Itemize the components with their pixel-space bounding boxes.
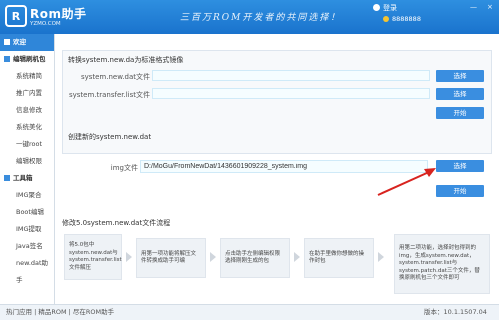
account-balance: 8888888 [383, 15, 421, 23]
coin-icon [383, 16, 389, 22]
minimize-button[interactable]: — [470, 3, 477, 11]
app-domain: YZMO.COM [30, 21, 61, 27]
sidebar-group-edit[interactable]: 编辑刷机包 [0, 51, 54, 68]
sidebar-item-boot-edit[interactable]: Boot编辑 [0, 204, 54, 221]
login-link[interactable]: 登录 [373, 3, 397, 13]
create-start-button[interactable]: 开始 [436, 185, 484, 197]
sidebar-item-root[interactable]: 一键root [0, 136, 54, 153]
home-icon [4, 39, 10, 45]
flow-step-5: 用第二项功能，选择封包得到的img，生成system.new.dat，syste… [394, 234, 490, 294]
sidebar-item-info[interactable]: 信息修改 [0, 102, 54, 119]
toolbox-icon [4, 175, 10, 181]
annotation-arrow [377, 168, 436, 196]
sidebar-group-tools[interactable]: 工具箱 [0, 170, 54, 187]
sidebar-item-permissions[interactable]: 编辑权限 [0, 153, 54, 170]
flow-arrow-icon [378, 252, 384, 262]
img-file-label: img文件 [110, 164, 138, 172]
sidebar-item-newdat-helper[interactable]: new.dat助手 [0, 255, 54, 284]
flow-arrow-icon [294, 252, 300, 262]
logo-icon: R [5, 5, 27, 27]
convert-title: 转换system.new.da为标准格式镜像 [68, 56, 184, 64]
img-select-button[interactable]: 选择 [436, 160, 484, 172]
close-button[interactable]: × [487, 3, 493, 11]
flow-arrow-icon [126, 252, 132, 262]
flow-step-3: 点击助手左侧编辑权限选择刚刚生成的包 [220, 238, 290, 278]
sidebar-item-beautify[interactable]: 系统美化 [0, 119, 54, 136]
footer-links[interactable]: 热门应用 | 精品ROM | 尽在ROM助手 [6, 305, 114, 320]
dat-select-button[interactable]: 选择 [436, 70, 484, 82]
flow-title: 修改5.0system.new.dat文件流程 [62, 219, 171, 227]
sidebar: 欢迎 编辑刷机包 系统精简 推广内置 信息修改 系统美化 一键root 编辑权限… [0, 34, 55, 304]
list-file-label: system.transfer.list文件 [68, 91, 150, 99]
flow-step-2: 用第一项功能将解压文件转换成助手可编 [136, 238, 206, 278]
create-title: 创建新的system.new.dat [68, 133, 152, 141]
status-bar: 热门应用 | 精品ROM | 尽在ROM助手 版本：10.1.1507.04 [0, 304, 499, 320]
flow-arrow-icon [210, 252, 216, 262]
list-select-button[interactable]: 选择 [436, 88, 484, 100]
account-value: 8888888 [392, 15, 421, 23]
flow-step-4: 在助手里做你想做的操作封包 [304, 238, 374, 278]
sidebar-item-img-merge[interactable]: IMG聚合 [0, 187, 54, 204]
login-label: 登录 [383, 4, 397, 12]
header-slogan: 三百万ROM开发者的共同选择！ [180, 13, 342, 23]
edit-icon [4, 56, 10, 62]
sidebar-item-welcome[interactable]: 欢迎 [0, 34, 54, 51]
sidebar-item-java-sign[interactable]: Java签名 [0, 238, 54, 255]
main-content: 转换system.new.da为标准格式镜像 system.new.dat文件 … [56, 34, 499, 304]
dat-file-label: system.new.dat文件 [80, 73, 150, 81]
dat-file-input[interactable] [152, 70, 430, 81]
app-header: R Rom助手 YZMO.COM 三百万ROM开发者的共同选择！ 登录 — × … [0, 0, 499, 34]
convert-start-button[interactable]: 开始 [436, 107, 484, 119]
user-icon [373, 4, 380, 11]
sidebar-item-img-extract[interactable]: IMG提取 [0, 221, 54, 238]
flow-step-1: 将5.0包中system.new.dat与system.transfer.lis… [64, 234, 122, 280]
version-text: 版本：10.1.1507.04 [424, 308, 487, 316]
sidebar-item-simplify[interactable]: 系统精简 [0, 68, 54, 85]
sidebar-item-promo[interactable]: 推广内置 [0, 85, 54, 102]
list-file-input[interactable] [152, 88, 430, 99]
app-name: Rom助手 [30, 7, 87, 21]
